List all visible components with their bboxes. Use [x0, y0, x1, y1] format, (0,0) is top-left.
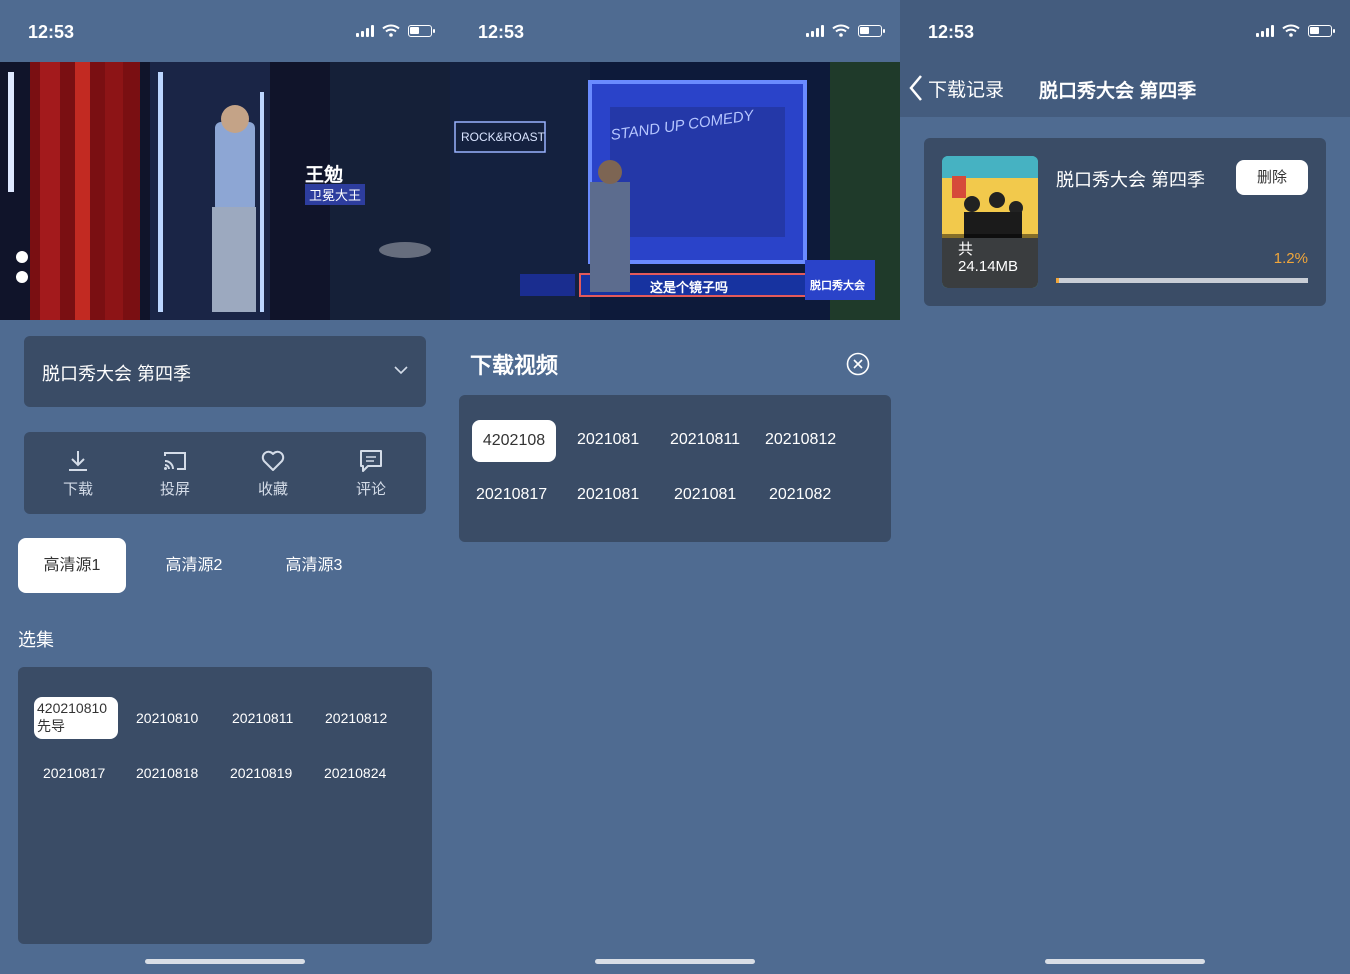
episode-item-4[interactable]: 20210812: [325, 710, 387, 726]
status-time: 12:53: [928, 22, 975, 42]
wifi-icon: [382, 24, 400, 37]
status-bar: 12:53: [450, 0, 900, 62]
episode-item-1[interactable]: 420210810先导: [34, 697, 118, 739]
download-episode-8[interactable]: 2021082: [769, 486, 831, 504]
episode-list: 420210810先导 20210810 20210811 20210812 2…: [18, 667, 432, 944]
caption-title: 卫冕大王: [305, 184, 366, 205]
download-item-name: 脱口秀大会 第四季: [1056, 170, 1206, 190]
episode-item-8[interactable]: 20210824: [324, 765, 386, 781]
comment-label: 评论: [355, 481, 386, 498]
comment-button[interactable]: 评论: [341, 448, 401, 499]
download-episode-3[interactable]: 20210811: [670, 431, 740, 449]
delete-button[interactable]: 删除: [1236, 160, 1308, 195]
status-bar: 12:53: [0, 0, 450, 62]
wifi-icon: [1282, 24, 1300, 37]
chevron-down-icon: [394, 366, 408, 375]
page-title: 脱口秀大会 第四季: [1039, 81, 1197, 102]
download-icon: [69, 451, 87, 471]
cast-label: 投屏: [159, 481, 190, 498]
size-prefix: 共: [958, 241, 974, 258]
home-indicator: [595, 959, 755, 964]
download-episode-6[interactable]: 2021081: [577, 486, 639, 504]
favorite-label: 收藏: [257, 481, 288, 498]
wifi-icon: [832, 24, 850, 37]
back-button[interactable]: 下载记录: [908, 74, 1004, 102]
back-label: 下载记录: [928, 79, 1005, 101]
progress-bar: [1056, 278, 1308, 283]
cast-icon: [164, 452, 186, 470]
video-subtitle: 这是个镜子吗: [650, 280, 729, 295]
download-episode-2[interactable]: 2021081: [577, 431, 639, 449]
download-screen: 12:53 ROCK&ROAST STAND UP COMEDY 这是个镜子吗 …: [450, 0, 900, 974]
download-label: 下载: [62, 481, 93, 498]
source-tab-3[interactable]: 高清源3: [260, 538, 368, 593]
episode-item-5[interactable]: 20210817: [43, 765, 105, 781]
download-record-screen: 12:53 下载记录 脱口秀大会 第四季 共 24.14MB 脱口秀大会 第四季…: [900, 0, 1350, 974]
episode-item-7[interactable]: 20210819: [230, 765, 292, 781]
video-player[interactable]: ROCK&ROAST STAND UP COMEDY 这是个镜子吗 脱口秀大会: [450, 62, 900, 320]
cellular-signal-icon: [1256, 24, 1274, 37]
home-indicator: [145, 959, 305, 964]
download-item[interactable]: 共 24.14MB 脱口秀大会 第四季 删除 1.2%: [924, 138, 1326, 306]
heart-icon: [261, 450, 285, 471]
download-episode-7[interactable]: 2021081: [674, 486, 736, 504]
episode-item-3[interactable]: 20210811: [232, 710, 293, 726]
download-episode-4[interactable]: 20210812: [765, 431, 836, 449]
video-player[interactable]: 王勉 卫冕大王: [0, 62, 450, 320]
stage-sign: ROCK&ROAST: [461, 130, 546, 144]
show-title: 脱口秀大会 第四季: [42, 364, 192, 384]
episodes-heading: 选集: [18, 630, 54, 650]
progress-text: 1.2%: [1273, 250, 1308, 267]
download-episode-grid: 4202108 2021081 20210811 20210812 202108…: [459, 395, 891, 542]
cellular-signal-icon: [806, 24, 824, 37]
episode-item-6[interactable]: 20210818: [136, 765, 198, 781]
source-tab-2[interactable]: 高清源2: [140, 538, 248, 593]
status-bar: 12:53: [900, 0, 1350, 62]
player-screen: 12:53 王勉 卫冕大王 脱口秀大会 第四季 下载 投屏 收藏 评论 高清源1…: [0, 0, 450, 974]
action-bar: 下载 投屏 收藏 评论: [24, 432, 426, 514]
caption-name: 王勉: [305, 165, 344, 186]
show-badge: 脱口秀大会: [810, 280, 865, 292]
cast-button[interactable]: 投屏: [145, 448, 205, 499]
close-icon[interactable]: [846, 352, 870, 376]
title-dropdown[interactable]: 脱口秀大会 第四季: [24, 336, 426, 407]
episode-item-2[interactable]: 20210810: [136, 710, 198, 726]
battery-icon: [408, 24, 435, 37]
battery-icon: [1308, 24, 1335, 37]
progress-fill: [1056, 278, 1060, 283]
download-sheet-title: 下载视频: [470, 353, 559, 378]
video-frame: [0, 62, 450, 320]
size-overlay: 共 24.14MB: [942, 234, 1038, 288]
download-episode-1[interactable]: 4202108: [472, 420, 556, 462]
status-time: 12:53: [478, 22, 525, 42]
battery-icon: [858, 24, 885, 37]
source-tab-1[interactable]: 高清源1: [18, 538, 126, 593]
cellular-signal-icon: [356, 24, 374, 37]
download-episode-5[interactable]: 20210817: [476, 486, 547, 504]
home-indicator: [1045, 959, 1205, 964]
chevron-left-icon: [909, 75, 922, 101]
poster-thumbnail: 共 24.14MB: [942, 156, 1038, 288]
favorite-button[interactable]: 收藏: [243, 448, 303, 499]
comment-icon: [360, 450, 382, 472]
status-time: 12:53: [28, 22, 75, 42]
file-size: 24.14MB: [958, 258, 1019, 275]
download-button[interactable]: 下载: [48, 448, 108, 499]
